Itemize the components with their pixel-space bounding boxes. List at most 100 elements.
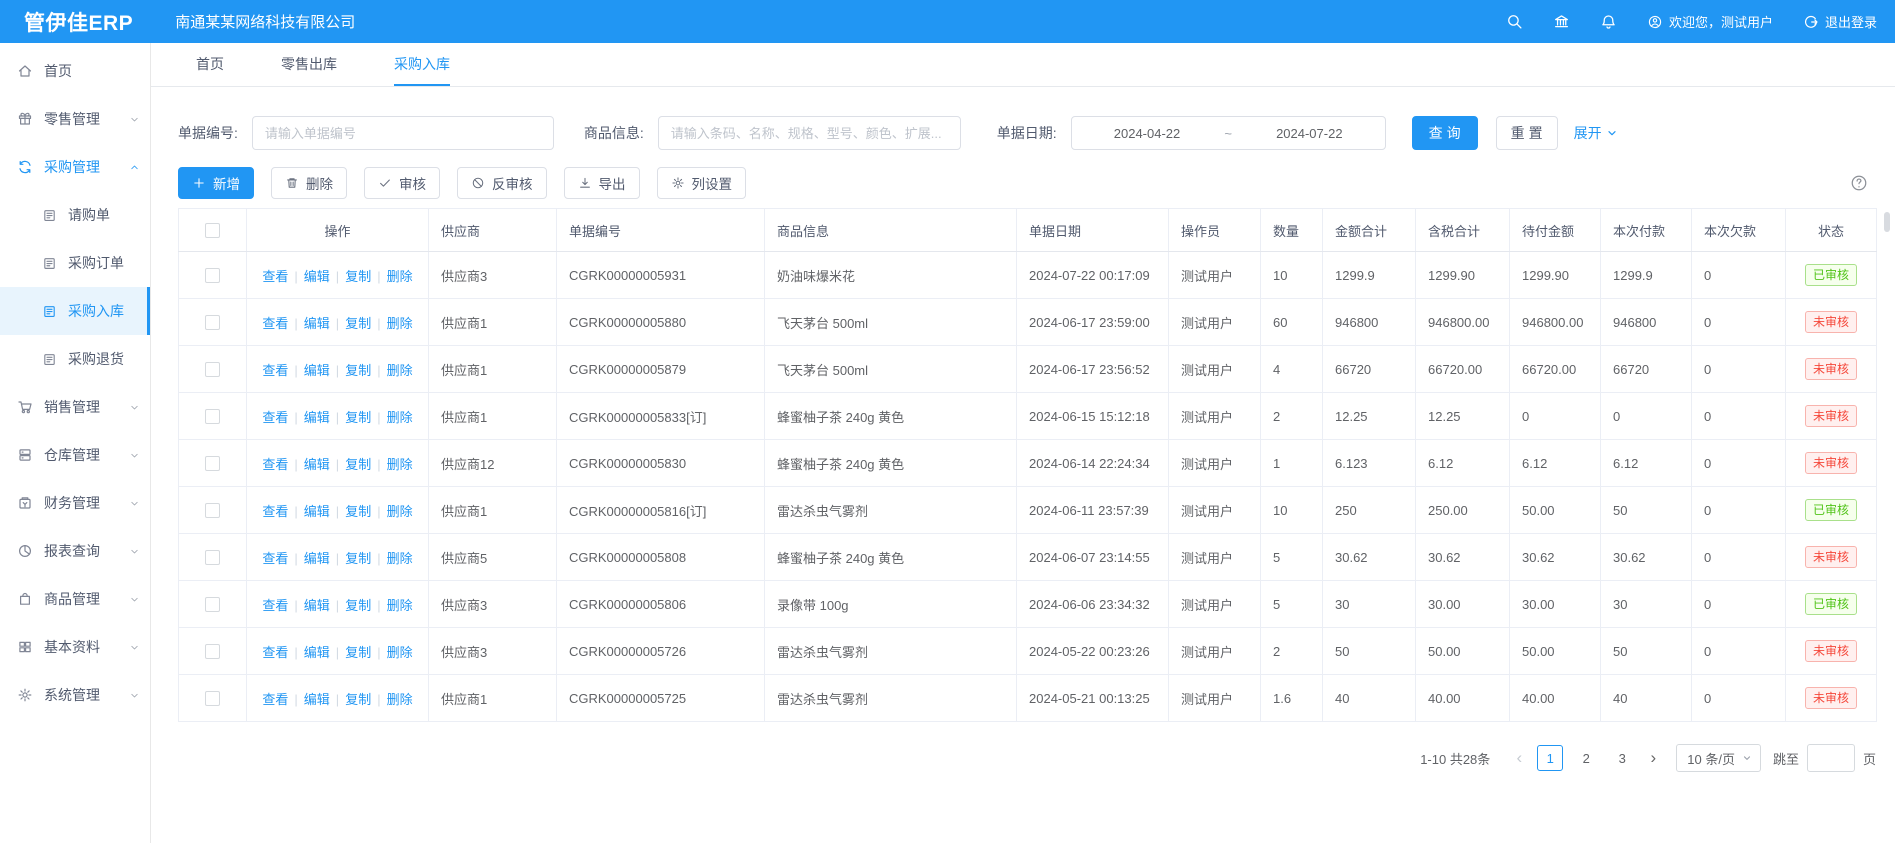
row-checkbox[interactable] [205,315,220,330]
copy-link[interactable]: 复制 [345,645,371,660]
copy-link[interactable]: 复制 [345,692,371,707]
copy-link[interactable]: 复制 [345,551,371,566]
view-link[interactable]: 查看 [262,269,288,284]
search-icon[interactable] [1506,13,1523,30]
delete-link[interactable]: 删除 [387,551,413,566]
bank-icon[interactable] [1553,13,1570,30]
view-link[interactable]: 查看 [262,645,288,660]
sidebar-item[interactable]: 系统管理 [0,671,150,719]
scrollbar-thumb[interactable] [1884,212,1890,232]
bell-icon[interactable] [1600,13,1617,30]
sidebar-item[interactable]: 首页 [0,47,150,95]
view-link[interactable]: 查看 [262,551,288,566]
edit-link[interactable]: 编辑 [304,457,330,472]
column-header: 金额合计 [1323,209,1416,252]
edit-link[interactable]: 编辑 [304,692,330,707]
page-button[interactable]: 2 [1573,745,1599,771]
sidebar-subitem[interactable]: 采购退货 [0,335,150,383]
audit-button[interactable]: 审核 [364,167,440,199]
select-all-checkbox[interactable] [205,223,220,238]
delete-link[interactable]: 删除 [387,316,413,331]
delete-link[interactable]: 删除 [387,410,413,425]
row-checkbox[interactable] [205,503,220,518]
page-button[interactable]: 3 [1609,745,1635,771]
row-checkbox[interactable] [205,362,220,377]
row-checkbox[interactable] [205,409,220,424]
sidebar-subitem[interactable]: 采购入库 [0,287,150,335]
add-button[interactable]: 新增 [178,167,254,199]
delete-link[interactable]: 删除 [387,504,413,519]
next-page-button[interactable]: › [1640,745,1666,771]
delete-link[interactable]: 删除 [387,269,413,284]
edit-link[interactable]: 编辑 [304,316,330,331]
tab[interactable]: 首页 [196,43,224,86]
tab[interactable]: 零售出库 [281,43,337,86]
sidebar-item[interactable]: 商品管理 [0,575,150,623]
sidebar-item[interactable]: 采购管理 [0,143,150,191]
status-badge: 未审核 [1805,640,1857,662]
view-link[interactable]: 查看 [262,692,288,707]
reset-button[interactable]: 重置 [1496,116,1558,150]
search-button[interactable]: 查询 [1412,116,1478,150]
sidebar-item-label: 首页 [44,61,140,81]
delete-link[interactable]: 删除 [387,363,413,378]
tab[interactable]: 采购入库 [394,43,450,86]
copy-link[interactable]: 复制 [345,504,371,519]
sidebar-item[interactable]: 报表查询 [0,527,150,575]
sidebar-item[interactable]: 财务管理 [0,479,150,527]
row-checkbox[interactable] [205,550,220,565]
date-to[interactable]: 2024-07-22 [1234,126,1385,141]
view-link[interactable]: 查看 [262,504,288,519]
view-link[interactable]: 查看 [262,457,288,472]
copy-link[interactable]: 复制 [345,269,371,284]
row-checkbox[interactable] [205,691,220,706]
delete-link[interactable]: 删除 [387,598,413,613]
jump-page-input[interactable] [1807,744,1855,772]
sidebar-item[interactable]: 仓库管理 [0,431,150,479]
page-button[interactable]: 1 [1537,745,1563,771]
row-checkbox[interactable] [205,644,220,659]
edit-link[interactable]: 编辑 [304,363,330,378]
edit-link[interactable]: 编辑 [304,269,330,284]
view-link[interactable]: 查看 [262,410,288,425]
view-link[interactable]: 查看 [262,363,288,378]
sidebar-item[interactable]: 零售管理 [0,95,150,143]
logout-button[interactable]: 退出登录 [1803,12,1877,31]
prev-page-button[interactable]: ‹ [1506,745,1532,771]
delete-link[interactable]: 删除 [387,645,413,660]
view-link[interactable]: 查看 [262,316,288,331]
help-icon[interactable] [1850,174,1868,192]
sidebar-subitem[interactable]: 请购单 [0,191,150,239]
export-button[interactable]: 导出 [564,167,640,199]
edit-link[interactable]: 编辑 [304,504,330,519]
copy-link[interactable]: 复制 [345,410,371,425]
date-from[interactable]: 2024-04-22 [1072,126,1223,141]
row-checkbox[interactable] [205,456,220,471]
doc-no-input[interactable] [252,116,554,150]
product-input[interactable] [658,116,961,150]
edit-link[interactable]: 编辑 [304,598,330,613]
delete-button[interactable]: 删除 [271,167,347,199]
delete-link[interactable]: 删除 [387,457,413,472]
column-settings-button[interactable]: 列设置 [657,167,747,199]
edit-link[interactable]: 编辑 [304,551,330,566]
view-link[interactable]: 查看 [262,598,288,613]
edit-link[interactable]: 编辑 [304,410,330,425]
row-checkbox[interactable] [205,268,220,283]
page-size-select[interactable]: 10 条/页 [1676,744,1761,772]
row-select-cell [179,440,247,487]
copy-link[interactable]: 复制 [345,598,371,613]
copy-link[interactable]: 复制 [345,457,371,472]
copy-link[interactable]: 复制 [345,316,371,331]
sidebar-subitem[interactable]: 采购订单 [0,239,150,287]
sidebar-item[interactable]: 基本资料 [0,623,150,671]
delete-link[interactable]: 删除 [387,692,413,707]
sidebar-item[interactable]: 销售管理 [0,383,150,431]
unaudit-button[interactable]: 反审核 [457,167,547,199]
user-menu[interactable]: 欢迎您，测试用户 [1647,12,1773,31]
copy-link[interactable]: 复制 [345,363,371,378]
date-range-picker[interactable]: 2024-04-22 ~ 2024-07-22 [1071,116,1386,150]
row-checkbox[interactable] [205,597,220,612]
expand-link[interactable]: 展开 [1574,123,1618,143]
edit-link[interactable]: 编辑 [304,645,330,660]
